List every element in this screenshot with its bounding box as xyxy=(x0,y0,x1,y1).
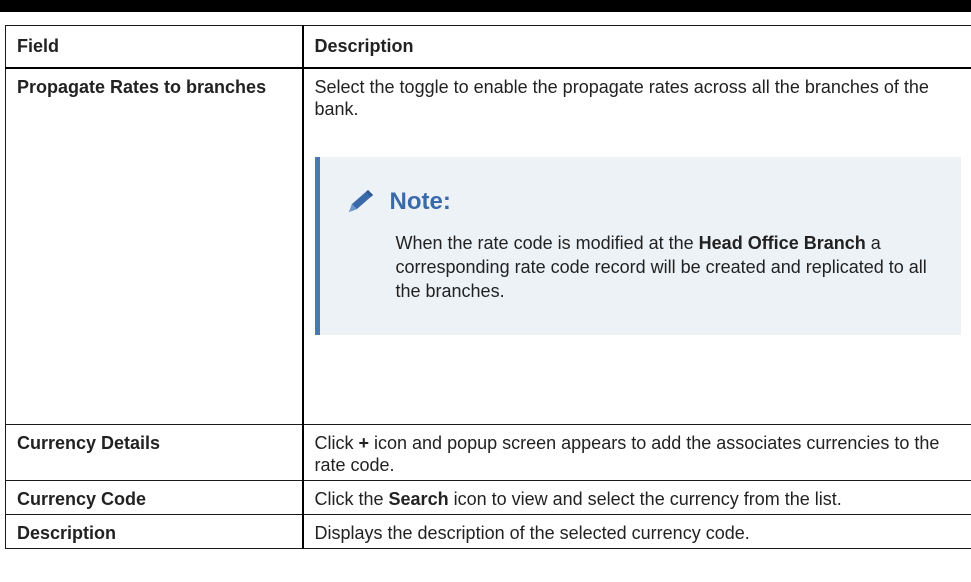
note-header: Note: xyxy=(344,187,942,217)
desc-bold: Search xyxy=(388,489,449,509)
description-text: Displays the description of the selected… xyxy=(314,523,750,543)
description-cell: Click the Search icon to view and select… xyxy=(302,480,971,515)
pencil-icon xyxy=(348,190,373,212)
description-cell: Click + icon and popup screen appears to… xyxy=(302,424,971,481)
desc-pre: Click the xyxy=(314,489,389,509)
field-cell: Currency Details xyxy=(5,424,304,481)
field-name: Description xyxy=(17,523,117,543)
note-text-pre: When the rate code is modified at the xyxy=(395,233,699,253)
note-text: When the rate code is modified at the He… xyxy=(396,231,942,303)
table-row: Description Displays the description of … xyxy=(5,514,971,549)
field-description-table: Field Description Propagate Rates to bra… xyxy=(5,25,971,549)
table-row: Currency Details Click + icon and popup … xyxy=(5,424,971,481)
desc-bold: + xyxy=(358,433,370,453)
field-name: Currency Details xyxy=(17,433,161,453)
desc-post: icon to view and select the currency fro… xyxy=(448,489,842,509)
field-cell: Propagate Rates to branches xyxy=(5,67,304,425)
description-cell: Select the toggle to enable the propagat… xyxy=(302,67,971,425)
table-header-row: Field Description xyxy=(5,25,971,69)
description-text: Select the toggle to enable the propagat… xyxy=(314,77,929,119)
table-row: Propagate Rates to branches Select the t… xyxy=(5,67,971,425)
field-name: Currency Code xyxy=(17,489,147,509)
note-title: Note: xyxy=(389,188,451,215)
desc-pre: Click xyxy=(314,433,359,453)
table-row: Currency Code Click the Search icon to v… xyxy=(5,480,971,515)
header-description: Description xyxy=(302,25,971,69)
field-cell: Currency Code xyxy=(5,480,304,515)
field-name: Propagate Rates to branches xyxy=(17,77,267,97)
description-cell: Displays the description of the selected… xyxy=(302,514,971,549)
desc-post: icon and popup screen appears to add the… xyxy=(314,433,940,475)
note-text-bold: Head Office Branch xyxy=(698,233,866,253)
top-rule xyxy=(0,0,971,12)
note-box: Note: When the rate code is modified at … xyxy=(314,157,961,335)
field-cell: Description xyxy=(5,514,304,549)
header-field: Field xyxy=(5,25,304,69)
